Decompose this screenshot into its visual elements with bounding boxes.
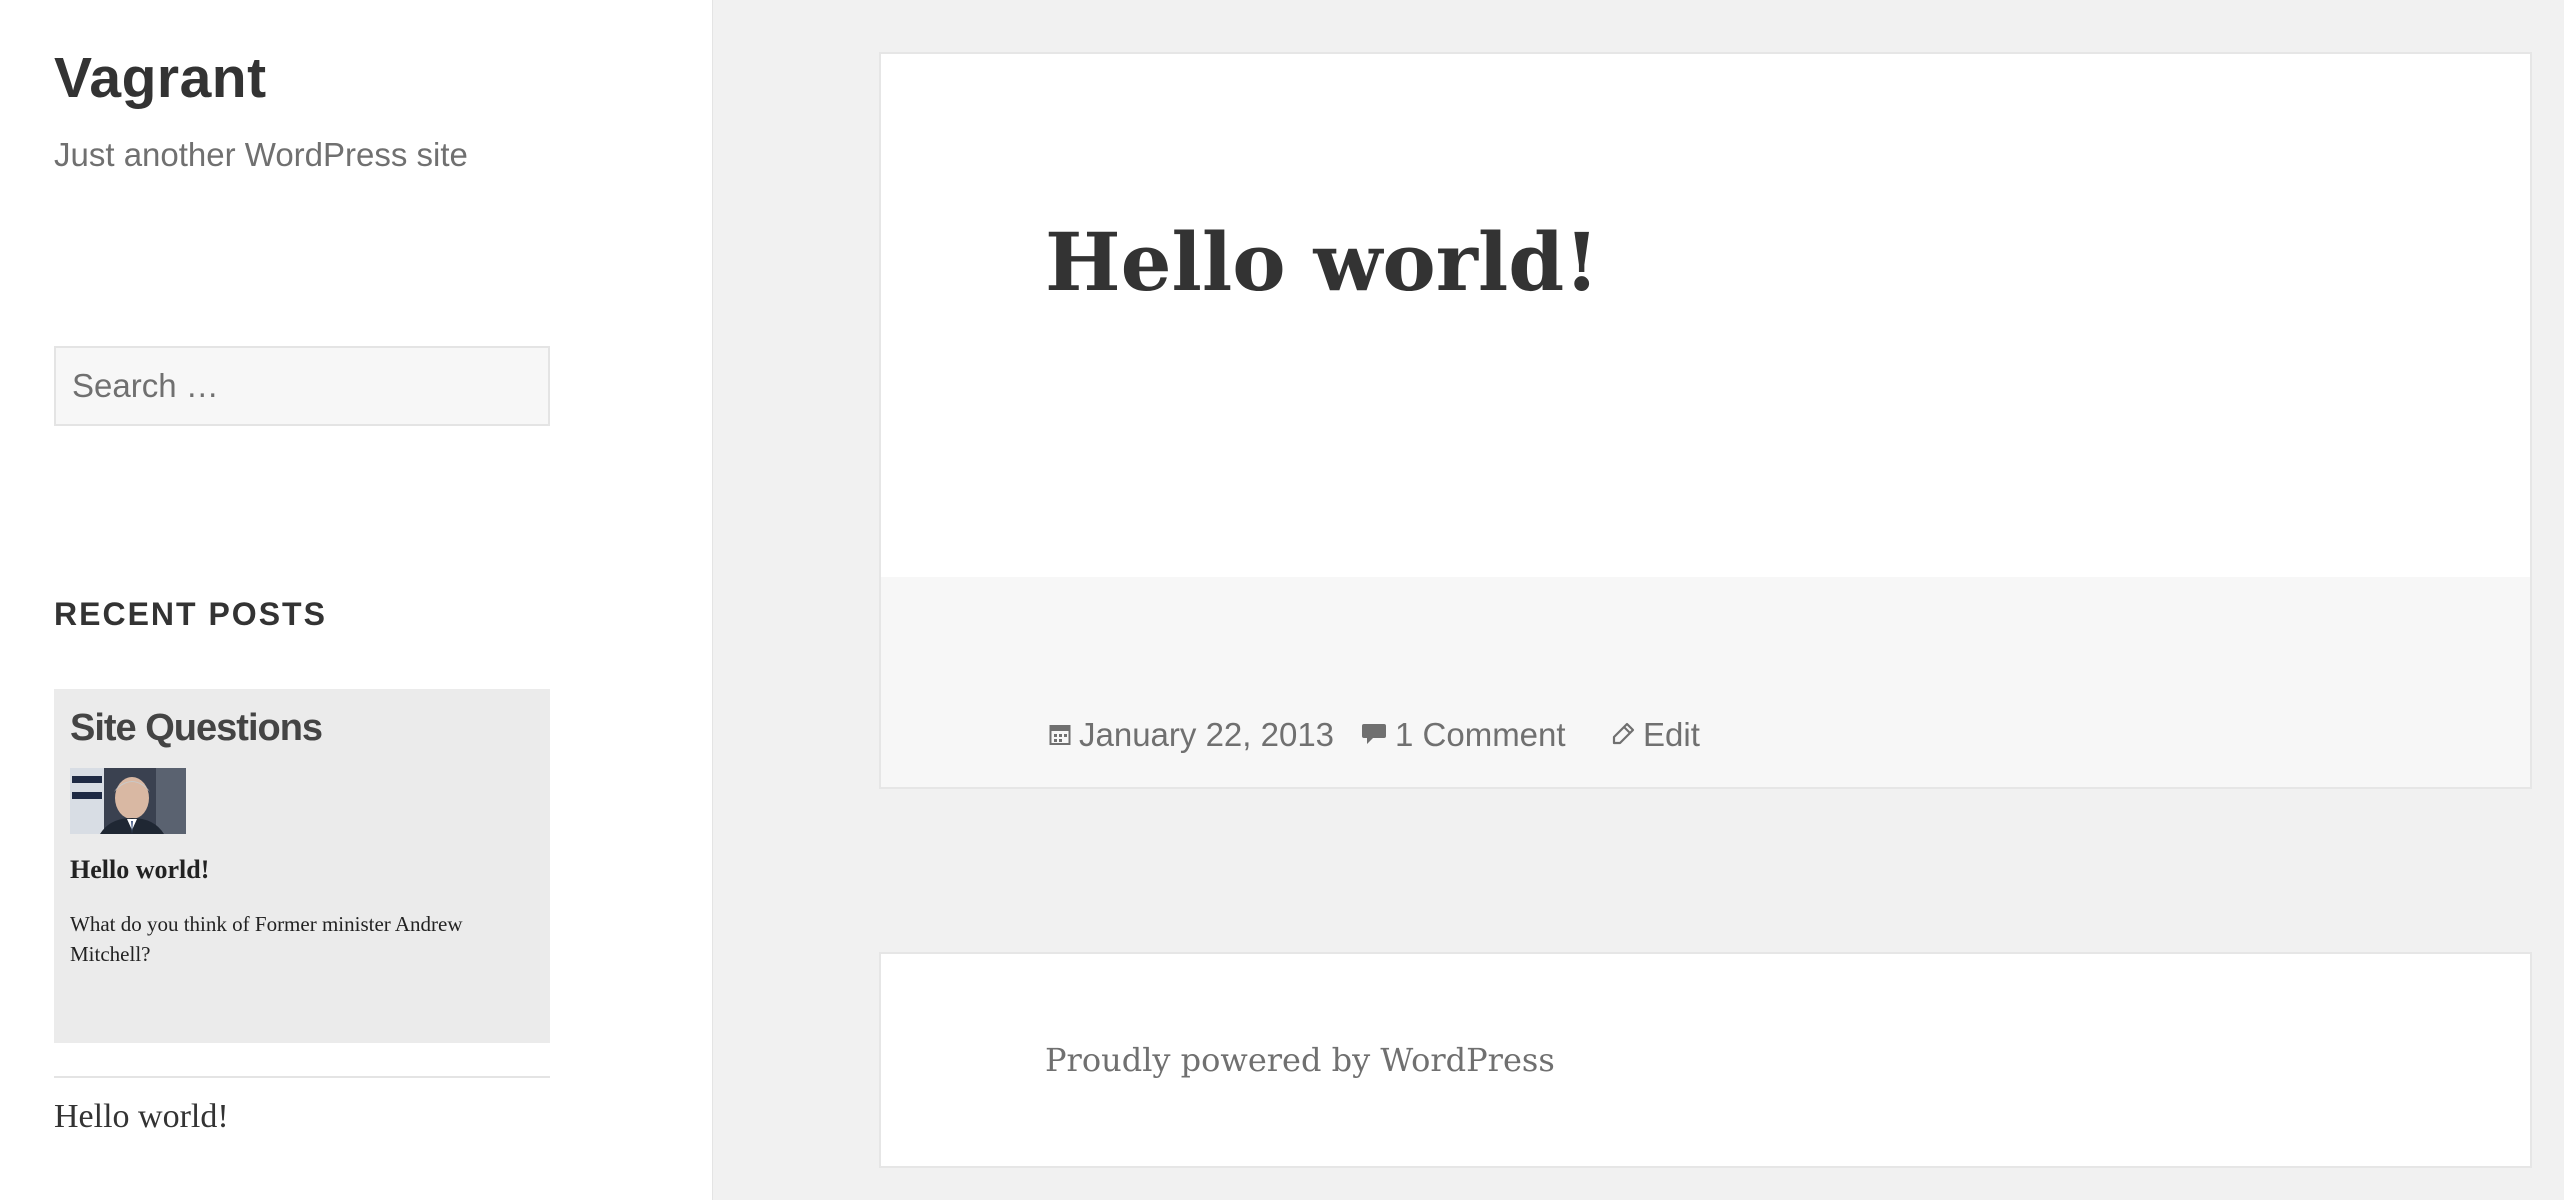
search-input[interactable] (54, 346, 550, 426)
featured-post-excerpt: What do you think of Former minister And… (70, 912, 463, 966)
recent-post-link[interactable]: Hello world! (54, 1100, 229, 1134)
edit-link[interactable]: Edit (1611, 718, 1700, 751)
post-date: January 22, 2013 (1079, 716, 1335, 753)
featured-box-heading: Site Questions (70, 707, 323, 749)
featured-post-box: Site Questions Hello world! What do you … (54, 689, 550, 1043)
edit-label: Edit (1643, 716, 1700, 753)
comment-bubble-icon (1361, 718, 1387, 751)
powered-by-link[interactable]: Proudly powered by WordPress (1045, 1044, 1555, 1076)
sidebar: Vagrant Just another WordPress site RECE… (0, 0, 713, 1200)
calendar-icon (1049, 718, 1071, 751)
site-title[interactable]: Vagrant (54, 50, 267, 107)
featured-post-title[interactable]: Hello world! (70, 857, 209, 883)
entry-footer: January 22, 2013 1 Comment Edit (881, 577, 2530, 787)
post-article: Hello world! January 22, 2013 1 Comment … (879, 52, 2532, 789)
comments-link[interactable]: 1 Comment (1361, 718, 1566, 751)
site-footer: Proudly powered by WordPress (879, 952, 2532, 1168)
comments-count: 1 Comment (1395, 716, 1566, 753)
site-description: Just another WordPress site (54, 136, 468, 173)
post-thumbnail[interactable] (70, 768, 186, 834)
post-date-link[interactable]: January 22, 2013 (1049, 718, 1334, 751)
pencil-icon (1611, 718, 1635, 751)
recent-posts-heading: RECENT POSTS (54, 596, 327, 632)
post-title[interactable]: Hello world! (1045, 222, 1599, 302)
recent-divider (54, 1076, 550, 1078)
